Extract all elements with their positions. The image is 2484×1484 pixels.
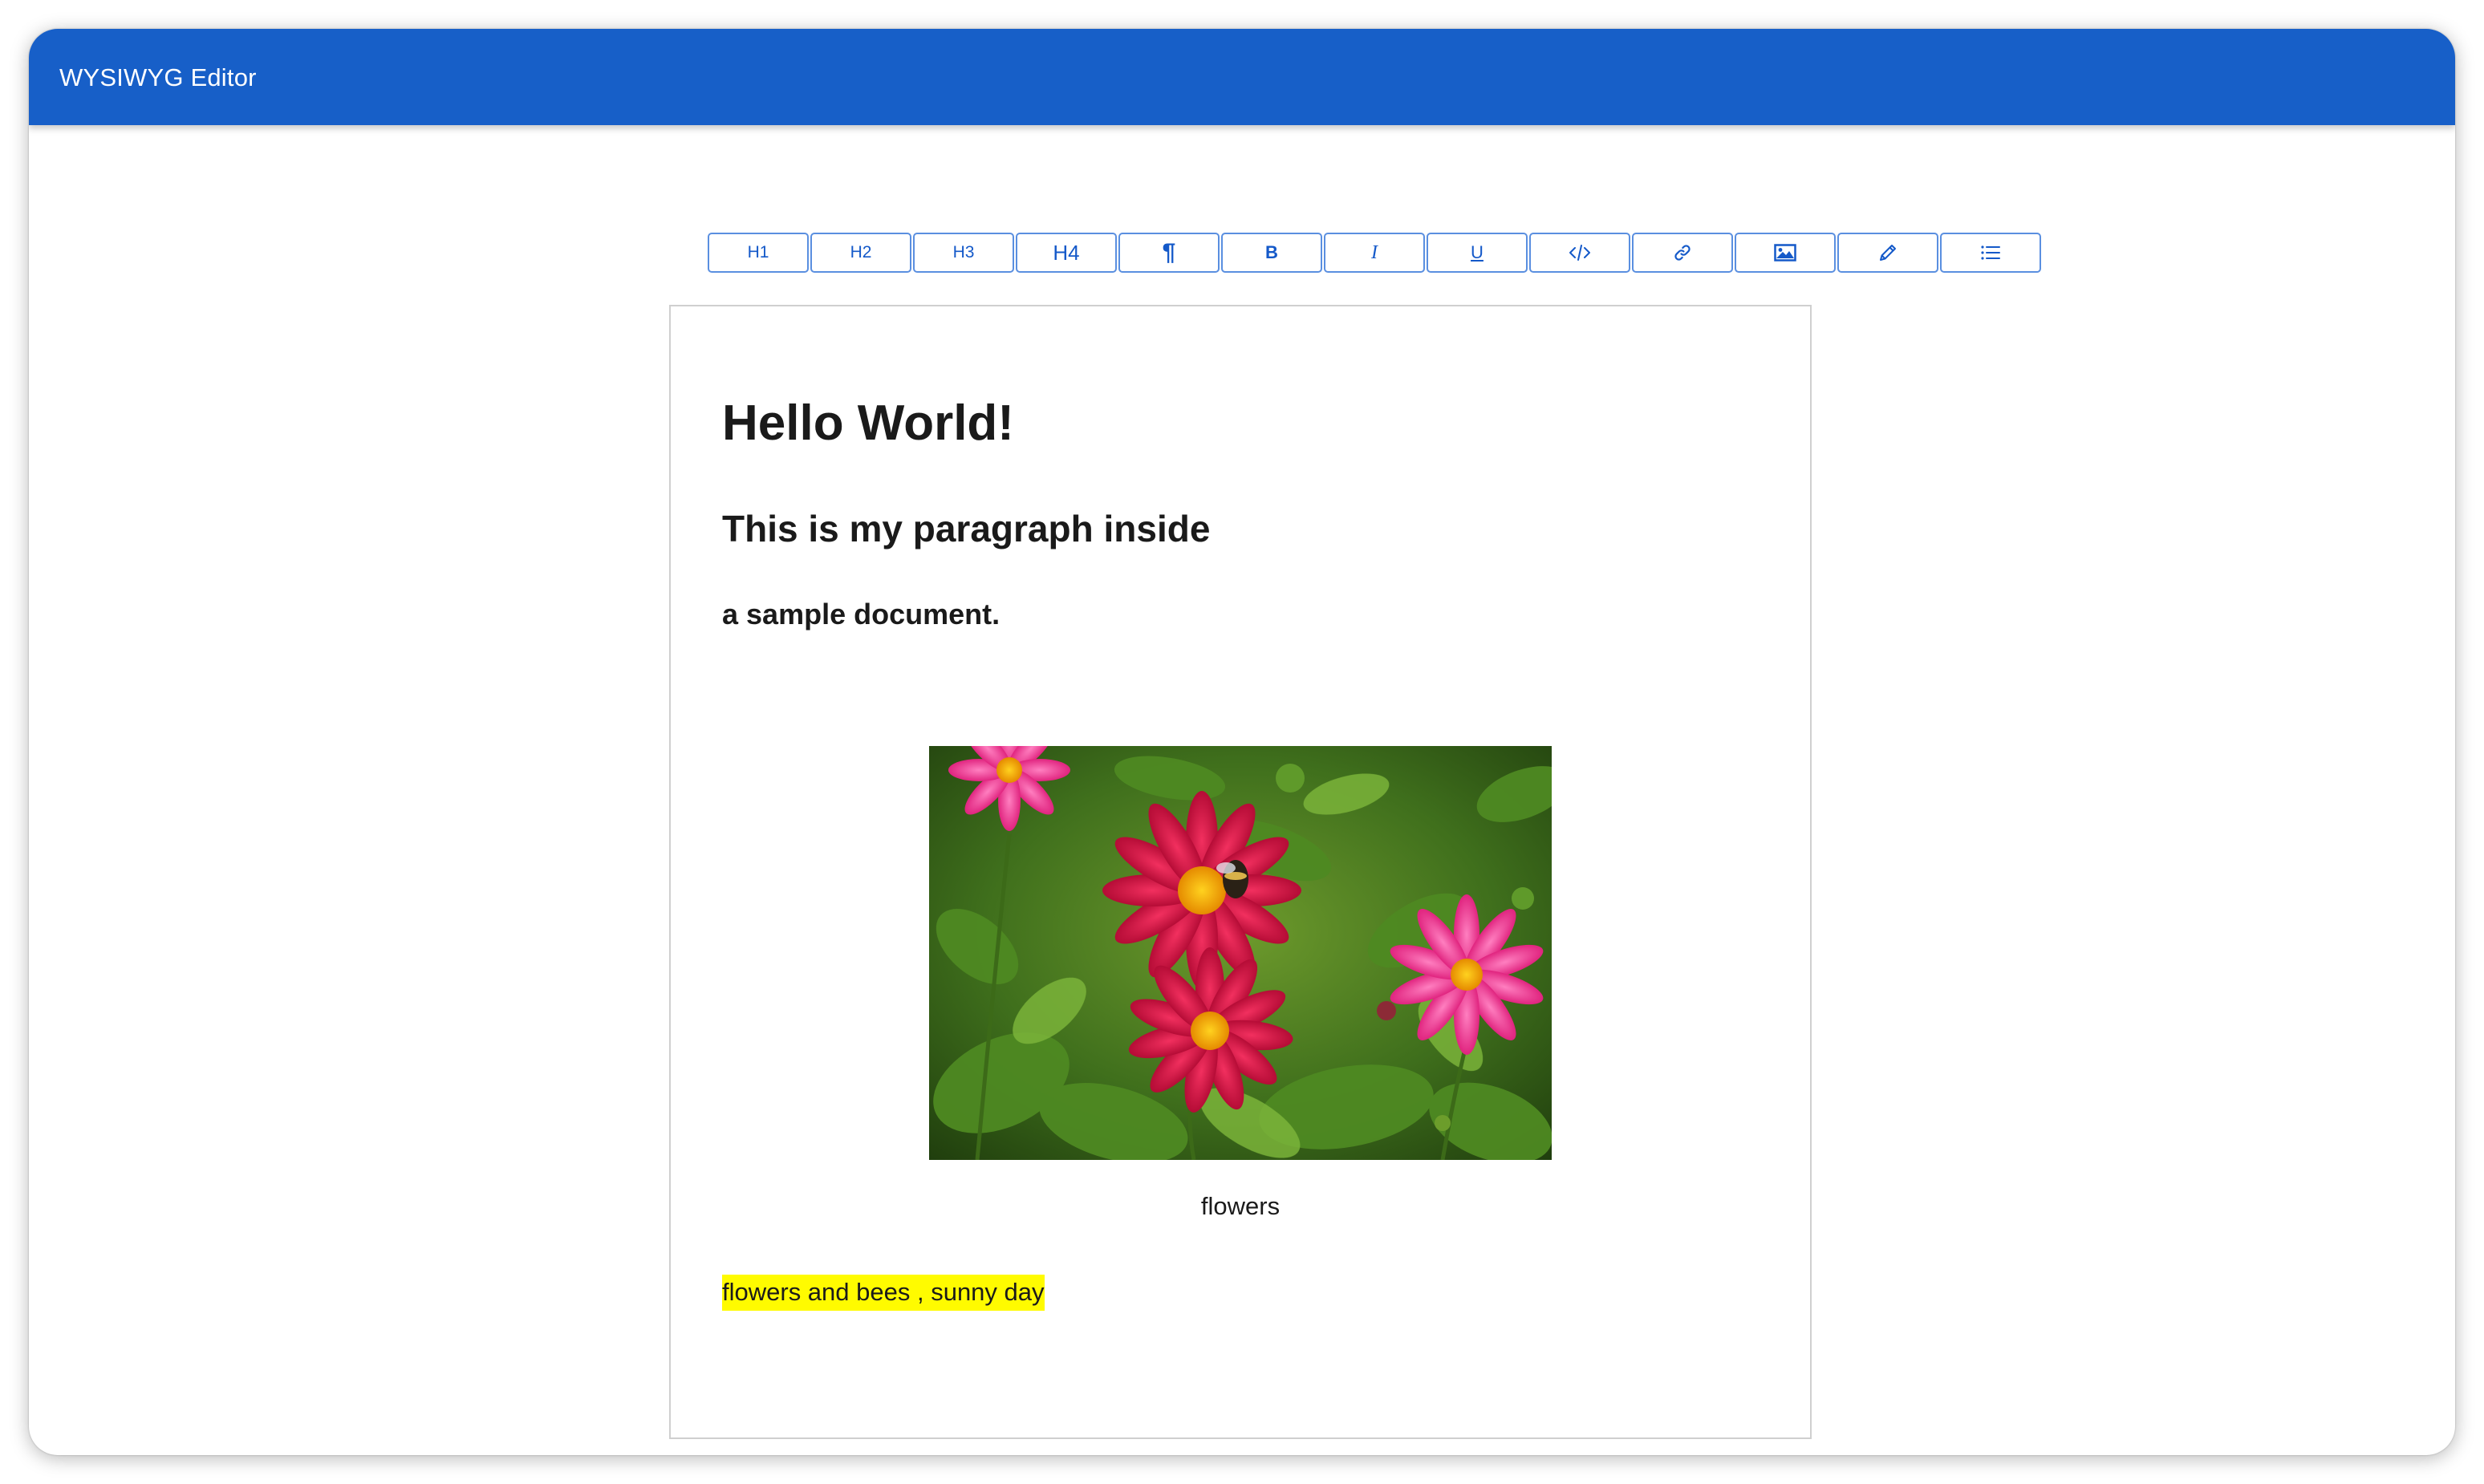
heading-4-button[interactable]: H4 xyxy=(1016,233,1117,273)
heading-1-label: H1 xyxy=(747,243,769,262)
underline-button[interactable]: U xyxy=(1427,233,1528,273)
pencil-icon xyxy=(1880,245,1896,261)
paragraph-icon: ¶ xyxy=(1162,239,1176,266)
heading-2-button[interactable]: H2 xyxy=(810,233,911,273)
list-icon xyxy=(1981,245,2000,260)
document-heading-2: This is my paragraph inside xyxy=(722,508,1211,549)
document-heading-3: a sample document. xyxy=(722,598,1000,630)
heading-4-label: H4 xyxy=(1053,240,1080,265)
bold-button[interactable]: B xyxy=(1221,233,1322,273)
code-icon xyxy=(1569,245,1590,261)
link-button[interactable] xyxy=(1632,233,1733,273)
app-window: WYSIWYG Editor H1 H2 H3 H4 ¶ B I U Hello… xyxy=(29,29,2455,1455)
paragraph-button[interactable]: ¶ xyxy=(1118,233,1220,273)
highlighted-text: flowers and bees , sunny day xyxy=(722,1275,1045,1311)
app-title: WYSIWYG Editor xyxy=(59,63,257,91)
underline-icon: U xyxy=(1471,242,1484,262)
app-bar: WYSIWYG Editor xyxy=(29,29,2455,125)
code-button[interactable] xyxy=(1529,233,1630,273)
document-heading-1: Hello World! xyxy=(722,395,1014,451)
editor-content-area[interactable]: Hello World! This is my paragraph inside… xyxy=(669,305,1812,1439)
link-icon xyxy=(1674,245,1690,261)
italic-button[interactable]: I xyxy=(1324,233,1425,273)
heading-3-label: H3 xyxy=(952,243,975,262)
pencil-button[interactable] xyxy=(1837,233,1938,273)
bold-icon: B xyxy=(1265,242,1278,262)
image-caption: flowers xyxy=(1200,1192,1281,1220)
italic-icon: I xyxy=(1371,241,1378,263)
heading-3-button[interactable]: H3 xyxy=(913,233,1014,273)
image-button[interactable] xyxy=(1735,233,1836,273)
flowers-image[interactable] xyxy=(929,746,1552,1160)
heading-1-button[interactable]: H1 xyxy=(708,233,809,273)
heading-2-label: H2 xyxy=(850,243,872,262)
highlighted-paragraph: flowers and bees , sunny day xyxy=(722,1275,1045,1311)
formatting-toolbar: H1 H2 H3 H4 ¶ B I U xyxy=(708,233,2041,273)
flower-photo xyxy=(929,746,1552,1160)
list-button[interactable] xyxy=(1940,233,2041,273)
image-icon xyxy=(1774,244,1796,262)
